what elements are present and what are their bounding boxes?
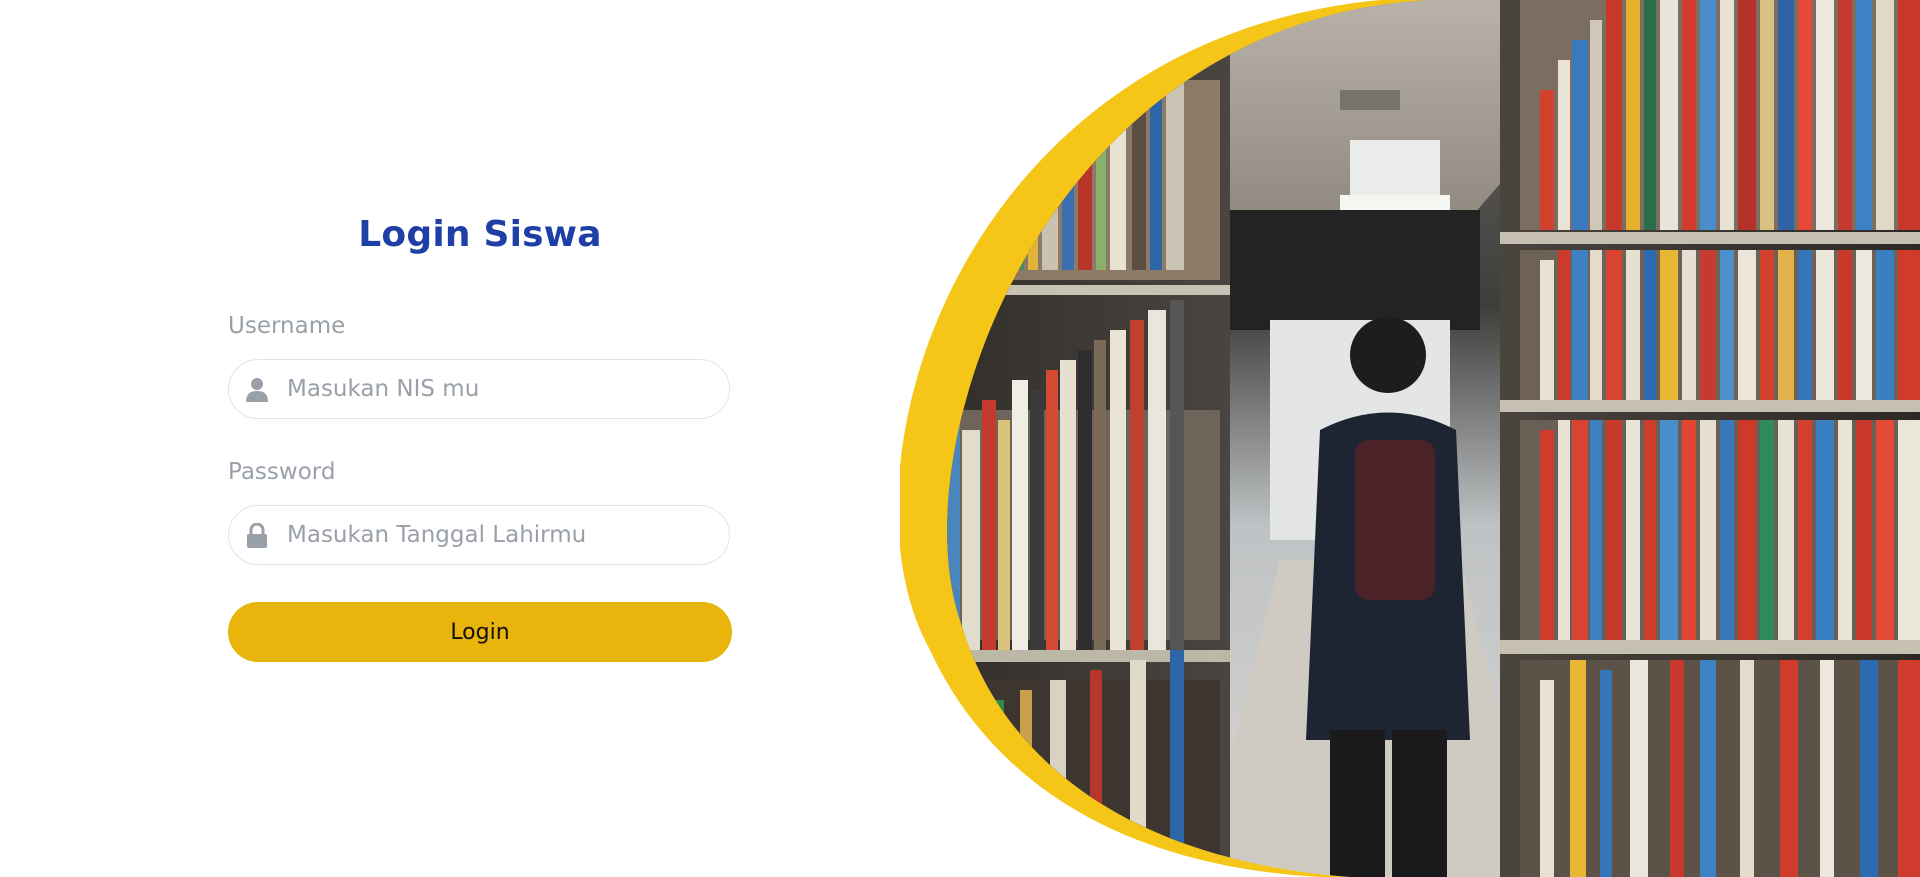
login-button[interactable]: Login <box>228 602 732 662</box>
user-icon <box>245 377 269 403</box>
username-input[interactable] <box>287 360 707 418</box>
password-input[interactable] <box>287 506 707 564</box>
username-label: Username <box>228 313 346 339</box>
page-title: Login Siswa <box>358 214 602 255</box>
username-field-wrapper <box>228 359 730 419</box>
lock-icon <box>245 523 269 549</box>
library-aisle-photo <box>900 0 1920 877</box>
login-form: Login Siswa Username Password Login <box>228 0 732 877</box>
hero-image <box>900 0 1920 877</box>
password-field-wrapper <box>228 505 730 565</box>
login-page: Login Siswa Username Password Login <box>0 0 1920 877</box>
password-label: Password <box>228 459 336 485</box>
